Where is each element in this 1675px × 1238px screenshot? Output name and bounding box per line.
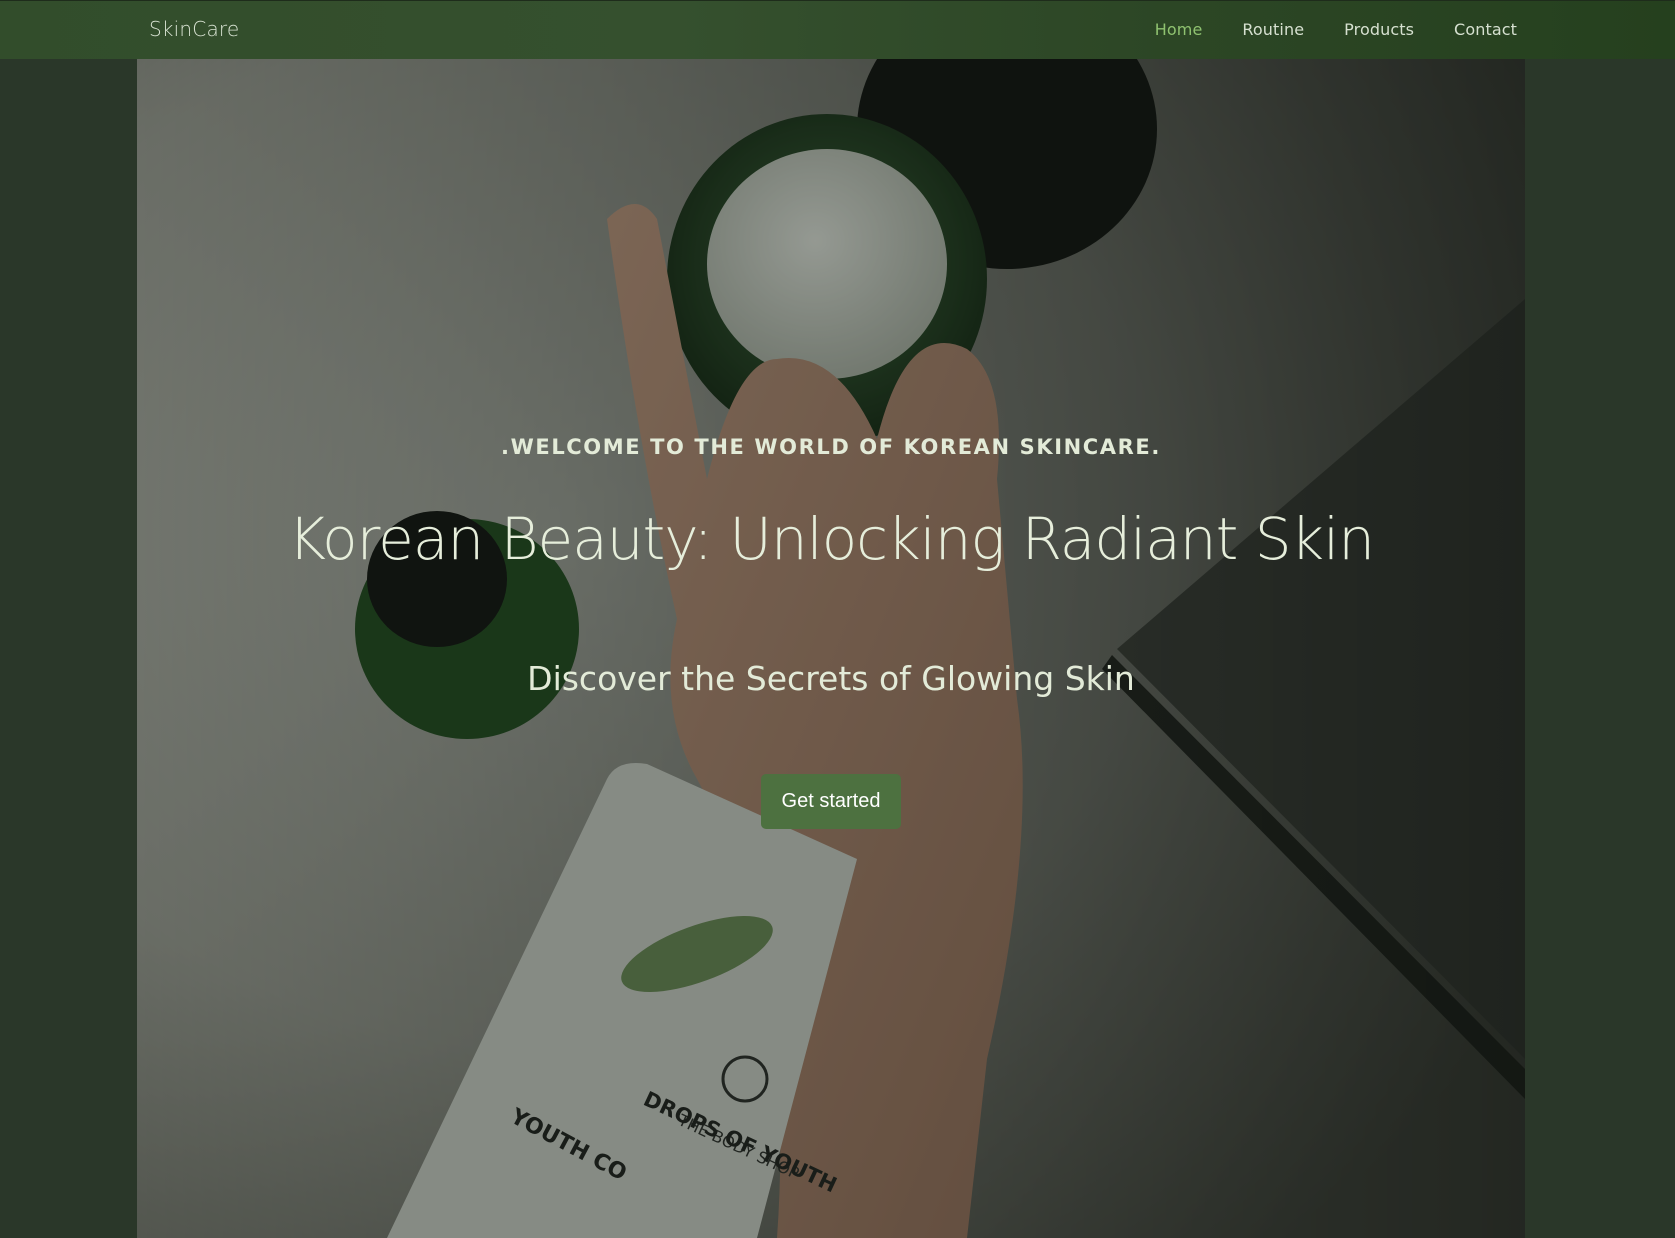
hero-eyebrow: .WELCOME TO THE WORLD OF KOREAN SKINCARE… <box>501 435 1161 459</box>
hero-overlay <box>137 59 1525 1238</box>
nav-link-home[interactable]: Home <box>1155 20 1203 39</box>
navbar: SkinCare Home Routine Products Contact <box>0 0 1675 59</box>
brand-logo-text[interactable]: SkinCare <box>149 17 239 41</box>
nav-links: Home Routine Products Contact <box>1115 20 1517 39</box>
nav-link-routine[interactable]: Routine <box>1242 20 1304 39</box>
hero-headline: Korean Beauty: Unlocking Radiant Skin <box>287 505 1375 573</box>
nav-link-contact[interactable]: Contact <box>1454 20 1517 39</box>
nav-link-products[interactable]: Products <box>1344 20 1414 39</box>
get-started-button[interactable]: Get started <box>761 774 901 829</box>
hero-subheadline: Discover the Secrets of Glowing Skin <box>527 659 1135 698</box>
hero-section: THE BODY SHOP DROPS OF YOUTH YOUTH CO .W… <box>137 59 1525 1238</box>
